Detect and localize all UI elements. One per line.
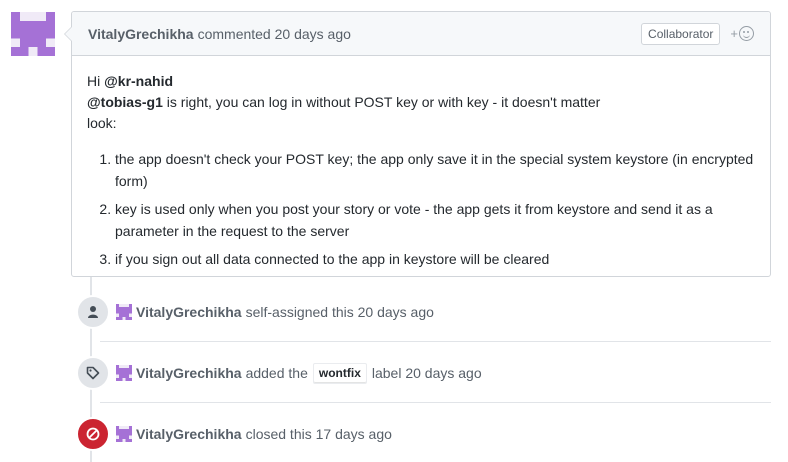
event-text: label 20 days ago bbox=[371, 365, 482, 381]
mini-avatar[interactable] bbox=[116, 426, 132, 442]
comment-author-link[interactable]: VitalyGrechikha bbox=[88, 26, 194, 42]
comment-text: is right, you can log in without POST ke… bbox=[162, 94, 601, 110]
timeline-event-closed: VitalyGrechikha closed this 17 days ago bbox=[76, 414, 771, 454]
mini-avatar[interactable] bbox=[116, 365, 132, 381]
mention-link[interactable]: @tobias-g1 bbox=[87, 94, 163, 110]
comment-timestamp[interactable]: commented 20 days ago bbox=[198, 26, 351, 42]
comment-body: Hi @kr-nahid @tobias-g1 is right, you ca… bbox=[72, 56, 770, 291]
list-item: key is used only when you post your stor… bbox=[115, 198, 755, 242]
comment-line-2: @tobias-g1 is right, you can log in with… bbox=[87, 92, 755, 113]
timeline-event-labeled: VitalyGrechikha added the wontfix label … bbox=[76, 353, 771, 393]
event-text: closed this 17 days ago bbox=[245, 426, 392, 442]
plus-icon: + bbox=[730, 26, 738, 41]
event-badge bbox=[76, 295, 110, 329]
event-text: added the bbox=[245, 365, 308, 381]
comment-header: VitalyGrechikha commented 20 days ago Co… bbox=[72, 12, 770, 56]
comment-line-3: look: bbox=[87, 115, 117, 131]
person-icon bbox=[88, 306, 98, 318]
label-wontfix[interactable]: wontfix bbox=[312, 362, 367, 384]
greeting-text: Hi bbox=[87, 73, 105, 89]
smiley-icon bbox=[739, 26, 754, 41]
comment-line-1: Hi @kr-nahid bbox=[87, 71, 755, 92]
comment-box: VitalyGrechikha commented 20 days ago Co… bbox=[64, 11, 771, 277]
timeline-event-assigned: VitalyGrechikha self-assigned this 20 da… bbox=[76, 292, 771, 332]
event-text: self-assigned this 20 days ago bbox=[245, 304, 434, 320]
event-author-link[interactable]: VitalyGrechikha bbox=[136, 304, 242, 320]
tag-icon bbox=[86, 366, 100, 380]
list-item: the app doesn't check your POST key; the… bbox=[115, 148, 755, 192]
collaborator-badge: Collaborator bbox=[641, 22, 721, 45]
divider bbox=[100, 341, 771, 342]
event-badge bbox=[76, 356, 110, 390]
divider bbox=[100, 402, 771, 403]
mention-link[interactable]: @kr-nahid bbox=[104, 73, 173, 89]
event-author-link[interactable]: VitalyGrechikha bbox=[136, 365, 242, 381]
event-author-link[interactable]: VitalyGrechikha bbox=[136, 426, 242, 442]
event-badge bbox=[76, 417, 110, 451]
user-avatar[interactable] bbox=[11, 12, 55, 56]
mini-avatar[interactable] bbox=[116, 304, 132, 320]
add-reaction-button[interactable]: + bbox=[730, 26, 754, 41]
comment-list: the app doesn't check your POST key; the… bbox=[87, 148, 755, 270]
circle-slash-icon bbox=[86, 427, 100, 441]
list-item: if you sign out all data connected to th… bbox=[115, 248, 755, 270]
